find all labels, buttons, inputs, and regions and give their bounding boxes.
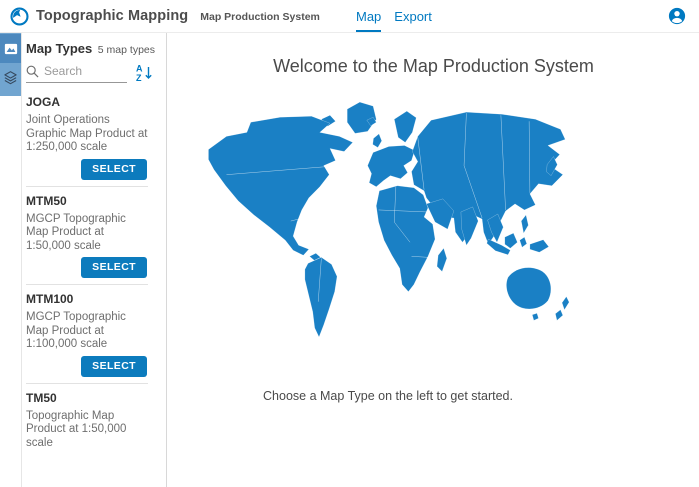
world-map-graphic <box>192 90 584 342</box>
app-subtitle: Map Production System <box>200 11 320 23</box>
svg-text:Z: Z <box>136 73 142 82</box>
rail-tab-layers[interactable] <box>0 63 21 92</box>
globe-logo-icon <box>10 7 29 26</box>
map-type-name: MTM50 <box>26 193 148 208</box>
map-type-count: 5 map types <box>98 44 155 56</box>
map-column: Choose a Map Type on the left to get sta… <box>168 90 608 403</box>
map-type-name: JOGA <box>26 94 148 109</box>
map-type-name: MTM100 <box>26 291 148 306</box>
brand: Topographic Mapping Map Production Syste… <box>10 7 320 26</box>
map-type-list-item: MTM100 MGCP Topographic Map Product at 1… <box>26 285 148 384</box>
layers-icon <box>3 70 18 85</box>
map-view-icon <box>4 42 18 56</box>
map-type-list-item: TM50 Topographic Map Product at 1:50,000… <box>26 384 148 451</box>
select-map-type-button[interactable]: SELECT <box>81 159 147 180</box>
map-type-description: Joint Operations Graphic Map Product at … <box>26 114 148 155</box>
map-types-panel: Map Types 5 map types A Z <box>23 33 166 487</box>
map-type-list: JOGA Joint Operations Graphic Map Produc… <box>26 88 148 450</box>
search-icon <box>26 65 39 78</box>
account-icon[interactable] <box>668 7 686 25</box>
app-title: Topographic Mapping <box>36 8 188 24</box>
header-tabs: Map Export <box>356 0 432 32</box>
main-content: Welcome to the Map Production System <box>168 33 699 487</box>
select-map-type-button[interactable]: SELECT <box>81 257 147 278</box>
select-map-type-button[interactable]: SELECT <box>81 356 147 377</box>
rail-tab-map-types[interactable] <box>0 34 21 63</box>
sort-a-to-z-icon[interactable]: A Z <box>136 63 153 82</box>
map-type-description: MGCP Topographic Map Product at 1:50,000… <box>26 213 148 254</box>
get-started-caption: Choose a Map Type on the left to get sta… <box>168 389 608 403</box>
map-type-list-item: JOGA Joint Operations Graphic Map Produc… <box>26 88 148 187</box>
tab-map[interactable]: Map <box>356 0 381 32</box>
map-types-sidebar: Map Types 5 map types A Z <box>0 33 167 487</box>
map-type-name: TM50 <box>26 390 148 405</box>
search-input[interactable] <box>44 64 114 78</box>
map-type-description: MGCP Topographic Map Product at 1:100,00… <box>26 311 148 352</box>
search-box <box>26 64 127 83</box>
panel-title: Map Types <box>26 41 92 56</box>
svg-text:A: A <box>136 64 143 74</box>
tab-export[interactable]: Export <box>394 0 432 32</box>
map-type-list-item: MTM50 MGCP Topographic Map Product at 1:… <box>26 187 148 286</box>
app-header: Topographic Mapping Map Production Syste… <box>0 0 699 33</box>
app-window: Topographic Mapping Map Production Syste… <box>0 0 699 487</box>
sidebar-icon-rail <box>0 33 22 487</box>
map-type-description: Topographic Map Product at 1:50,000 scal… <box>26 410 148 451</box>
welcome-heading: Welcome to the Map Production System <box>168 56 699 77</box>
